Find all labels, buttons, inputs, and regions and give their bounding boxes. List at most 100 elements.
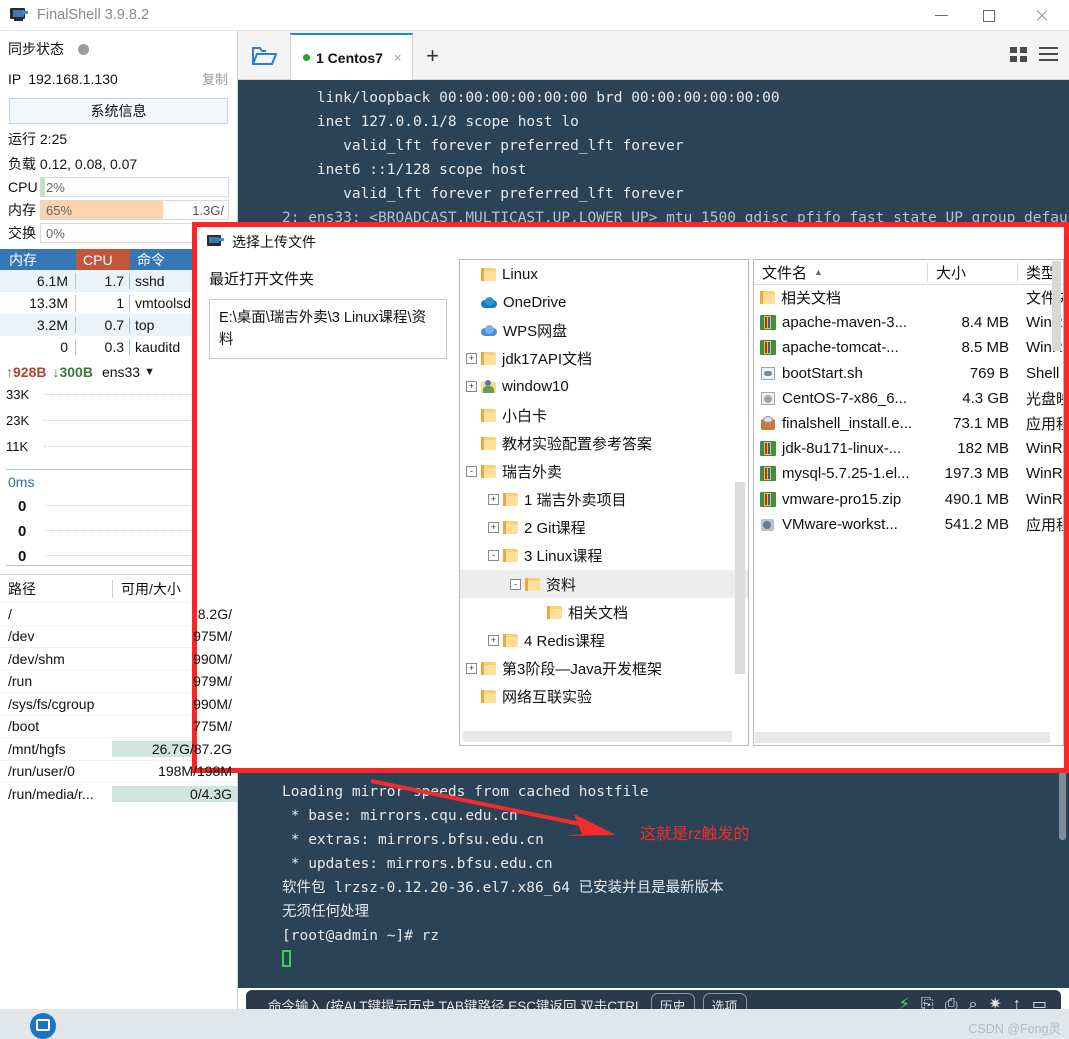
tree-expander[interactable]: + [488, 494, 499, 506]
file-row[interactable]: 相关文档文件夹 [754, 285, 1063, 310]
tab-centos7[interactable]: 1 Centos7 × [290, 33, 413, 80]
tree-expander[interactable]: + [466, 663, 477, 675]
file-row[interactable]: bootStart.sh 769 B Shell [754, 361, 1063, 386]
file-list-horizontal-scrollbar[interactable] [755, 732, 1050, 743]
folder-icon [503, 493, 518, 507]
file-row[interactable]: mysql-5.7.25-1.el... 197.3 MB WinRA [754, 461, 1063, 486]
tree-node[interactable]: +2 Git课程 [460, 514, 748, 542]
tree-node[interactable]: 教材实验配置参考答案 [460, 429, 748, 457]
tree-expander[interactable]: + [488, 522, 499, 534]
chevron-down-icon[interactable]: ▼ [144, 366, 155, 378]
tree-node-label: 小白卡 [502, 407, 548, 425]
process-mem: 13.3M [0, 295, 76, 311]
close-button[interactable] [1013, 0, 1069, 31]
tab-label: 1 Centos7 [316, 49, 383, 66]
grid-view-icon[interactable] [1009, 45, 1028, 67]
taskbar-app-icon[interactable] [30, 1013, 56, 1039]
tree-node[interactable]: 网络互联实验 [460, 683, 748, 711]
file-row[interactable]: apache-maven-3...8.4 MBWinRA [754, 310, 1063, 335]
tree-expander[interactable]: - [488, 550, 499, 562]
tree-node[interactable]: + jdk17API文档 [460, 345, 748, 373]
file-col-size[interactable]: 大小 [928, 262, 1018, 282]
list-view-icon[interactable] [1038, 45, 1059, 67]
folder-icon [760, 291, 775, 305]
file-list[interactable]: 文件名 ▲ 大小 类型 相关文档文件夹 apache-maven-3... 8.4 … [753, 259, 1064, 746]
process-col-mem[interactable]: 内存 [0, 249, 76, 270]
file-row[interactable]: vmware-pro15.zip 490.1 MB WinRA [754, 487, 1063, 512]
tree-node-label: 4 Redis课程 [524, 633, 605, 651]
minimize-button[interactable] [917, 0, 965, 31]
file-name-cell: vmware-pro15.zip [754, 491, 928, 508]
file-size: 4.3 GB [962, 389, 1009, 407]
file-name: apache-tomcat-... [782, 339, 899, 357]
tree-expander[interactable]: - [466, 465, 477, 477]
file-row[interactable]: VMware-workst... 541.2 MB 应用程 [754, 512, 1063, 537]
file-list-vertical-scrollbar[interactable] [1052, 261, 1061, 351]
tree-node[interactable]: - 瑞吉外卖 [460, 457, 748, 485]
process-mem: 6.1M [0, 273, 76, 289]
tree-node-label: OneDrive [503, 293, 567, 311]
terminal-line: valid_lft forever preferred_lft forever [282, 186, 684, 202]
load-average-text: 负载 0.12, 0.08, 0.07 [8, 156, 138, 172]
folder-icon [481, 408, 496, 422]
meter-label: 交换 [8, 225, 36, 241]
select-upload-file-dialog[interactable]: 选择上传文件 最近打开文件夹 E:\桌面\瑞吉外卖\3 Linux课程\资料 L… [192, 222, 1069, 773]
disk-row[interactable]: /boot 775M/ [0, 714, 237, 738]
folder-icon [481, 690, 496, 704]
folder-tree-vertical-scrollbar[interactable] [735, 482, 745, 674]
disk-row[interactable]: /mnt/hgfs 26.7G/87.2G [0, 737, 237, 760]
tree-node[interactable]: - 3 Linux课程 [460, 542, 748, 570]
disk-row[interactable]: /run 979M/ [0, 669, 237, 693]
system-info-button[interactable]: 系统信息 [9, 98, 228, 124]
zip-archive-icon [760, 441, 776, 457]
new-tab-button[interactable]: + [413, 32, 453, 79]
terminal-line: [root@admin ~]# rz [282, 928, 440, 944]
tree-node[interactable]: 相关文档 [460, 598, 748, 626]
disk-row[interactable]: / 8.2G/ [0, 602, 237, 625]
file-name: vmware-pro15.zip [782, 490, 902, 508]
disk-avail: 990M/ [193, 695, 232, 712]
folder-open-icon[interactable] [238, 31, 290, 79]
file-row[interactable]: apache-tomcat-...8.5 MBWinRA [754, 335, 1063, 360]
file-row[interactable]: CentOS-7-x86_6... 4.3 GB 光盘映 [754, 386, 1063, 411]
process-col-cpu[interactable]: CPU [76, 249, 130, 270]
terminal-line: Loading mirror speeds from cached hostfi… [282, 784, 649, 800]
tree-node[interactable]: 小白卡 [460, 401, 748, 429]
ping-row-0: 0 [18, 498, 27, 515]
file-size: 8.5 MB [961, 339, 1009, 357]
tree-node[interactable]: +1 瑞吉外卖项目 [460, 486, 748, 514]
tree-node[interactable]: Linux [460, 260, 748, 288]
tree-node[interactable]: +4 Redis课程 [460, 626, 748, 654]
tree-node[interactable]: OneDrive [460, 288, 748, 316]
file-row[interactable]: finalshell_install.e... 73.1 MB 应用程 [754, 411, 1063, 436]
meter-bar: 2% [40, 177, 229, 197]
tree-node[interactable]: - 资料 [460, 570, 748, 599]
recent-folder-path[interactable]: E:\桌面\瑞吉外卖\3 Linux课程\资料 [209, 299, 447, 359]
tree-node[interactable]: + window10 [460, 373, 748, 401]
disk-row[interactable]: /run/media/r... 0/4.3G [0, 782, 237, 805]
process-cpu: 1 [76, 295, 130, 311]
disk-row[interactable]: /dev/shm 990M/ [0, 647, 237, 670]
tree-node[interactable]: WPS网盘 [460, 316, 748, 344]
disk-col-path[interactable]: 路径 [0, 579, 112, 599]
folder-tree-horizontal-scrollbar[interactable] [463, 731, 732, 742]
file-size: 490.1 MB [944, 490, 1009, 508]
file-name-cell: bootStart.sh [754, 365, 928, 382]
tab-close-icon[interactable]: × [394, 50, 402, 65]
tree-expander[interactable]: + [466, 381, 477, 393]
copy-ip-button[interactable]: 复制 [202, 69, 228, 88]
tree-node[interactable]: + 第3阶段—Java开发框架 [460, 655, 748, 683]
folder-tree[interactable]: Linux OneDrive WPS网盘 + jdk17API文档 + window10 小白… [459, 259, 749, 746]
tree-expander[interactable]: + [488, 635, 499, 647]
tree-expander[interactable]: + [466, 353, 477, 365]
disk-path: /sys/fs/cgroup [8, 695, 95, 712]
file-col-name[interactable]: 文件名 ▲ [754, 262, 928, 282]
disk-row[interactable]: /run/user/0 198M/198M [0, 759, 237, 783]
net-y-label-0: 33K [6, 387, 30, 402]
maximize-button[interactable] [965, 0, 1013, 31]
file-row[interactable]: jdk-8u171-linux-... 182 MB WinRA [754, 436, 1063, 461]
disk-row[interactable]: /sys/fs/cgroup 990M/ [0, 692, 237, 715]
tree-expander[interactable]: - [510, 578, 521, 590]
application-icon [760, 416, 776, 431]
disk-row[interactable]: /dev 975M/ [0, 624, 237, 648]
